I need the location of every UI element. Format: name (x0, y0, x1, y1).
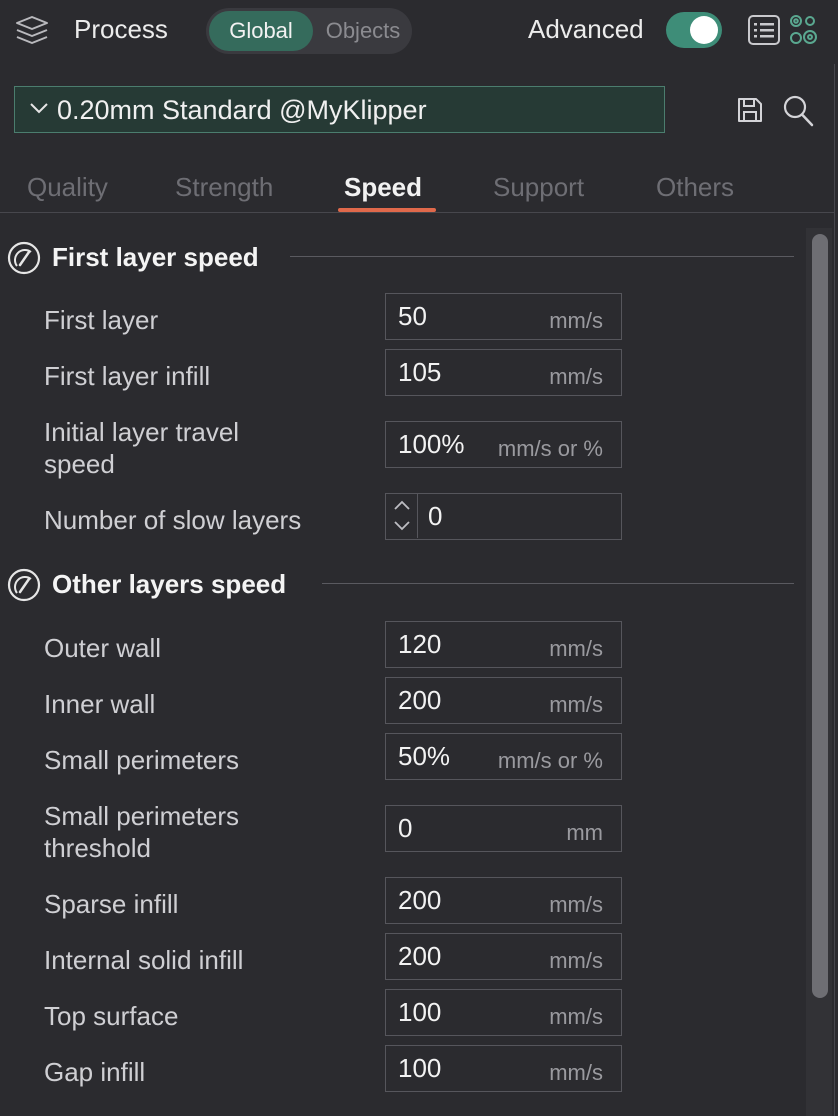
first-layer-infill-speed-field[interactable]: 105 mm/s (385, 349, 622, 396)
field-unit: mm (566, 820, 603, 845)
label-small-perimeters-threshold: Small perimeters threshold (44, 801, 240, 863)
inner-wall-speed-field[interactable]: 200 mm/s (385, 677, 622, 724)
field-value: 120 (398, 629, 442, 659)
field-unit: mm/s (549, 892, 603, 917)
layers-icon[interactable] (14, 14, 50, 48)
panel-border (834, 64, 835, 1116)
section-other-layers-speed: Other layers speed (6, 565, 806, 605)
label-outer-wall: Outer wall (44, 633, 162, 663)
field-unit: mm/s (549, 308, 603, 333)
section-divider (322, 583, 794, 584)
save-icon[interactable] (736, 96, 764, 124)
chevron-up-icon[interactable] (393, 499, 411, 511)
field-unit: mm/s (549, 364, 603, 389)
section-first-layer-speed: First layer speed (6, 238, 806, 278)
gap-infill-speed-field[interactable]: 100 mm/s (385, 1045, 622, 1092)
section-title: First layer speed (52, 242, 259, 272)
tab-quality[interactable]: Quality (27, 172, 108, 203)
field-value: 100 (398, 997, 442, 1027)
field-unit: mm/s (549, 692, 603, 717)
chevron-down-icon (30, 103, 48, 114)
top-bar: Process Global Objects Advanced (0, 0, 838, 64)
label-initial-layer-travel-speed: Initial layer travel speed (44, 417, 240, 479)
field-unit: mm/s or % (497, 748, 603, 773)
sparse-infill-speed-field[interactable]: 200 mm/s (385, 877, 622, 924)
chevron-down-icon[interactable] (393, 520, 411, 532)
field-value: 50% (398, 741, 451, 771)
label-first-layer-infill: First layer infill (44, 361, 211, 391)
small-perimeters-speed-field[interactable]: 50% mm/s or % (385, 733, 622, 780)
tab-speed[interactable]: Speed (344, 172, 422, 203)
advanced-label: Advanced (528, 14, 644, 44)
tab-strength[interactable]: Strength (175, 172, 273, 203)
top-surface-speed-field[interactable]: 100 mm/s (385, 989, 622, 1036)
field-unit: mm/s (549, 636, 603, 661)
first-layer-speed-field[interactable]: 50 mm/s (385, 293, 622, 340)
field-value: 0 (398, 813, 413, 843)
small-perimeters-threshold-field[interactable]: 0 mm (385, 805, 622, 852)
list-view-icon[interactable] (746, 12, 782, 48)
field-unit: mm/s (549, 948, 603, 973)
field-value: 0 (428, 501, 443, 531)
section-title: Other layers speed (52, 569, 287, 599)
field-unit: mm/s (549, 1004, 603, 1029)
field-value: 200 (398, 685, 442, 715)
label-number-of-slow-layers: Number of slow layers (44, 505, 302, 535)
label-sparse-infill: Sparse infill (44, 889, 179, 919)
section-divider (290, 256, 794, 257)
label-top-surface: Top surface (44, 1001, 179, 1031)
search-icon[interactable] (782, 94, 814, 128)
toggle-knob (690, 16, 718, 44)
preset-dropdown[interactable]: 0.20mm Standard @MyKlipper (14, 86, 665, 133)
stepper-buttons (386, 494, 418, 538)
field-unit: mm/s (549, 1060, 603, 1085)
field-value: 200 (398, 885, 442, 915)
speedometer-icon (7, 241, 41, 275)
preset-name: 0.20mm Standard @MyKlipper (57, 95, 427, 125)
field-value: 100% (398, 429, 465, 459)
label-inner-wall: Inner wall (44, 689, 156, 719)
panel-title: Process (74, 14, 168, 44)
label-small-perimeters: Small perimeters (44, 745, 240, 775)
field-value: 50 (398, 301, 427, 331)
speedometer-icon (7, 568, 41, 602)
outer-wall-speed-field[interactable]: 120 mm/s (385, 621, 622, 668)
slow-layers-stepper[interactable]: 0 (385, 493, 622, 540)
object-settings-icon[interactable] (786, 12, 818, 48)
field-value: 105 (398, 357, 442, 387)
label-first-layer: First layer (44, 305, 159, 335)
scope-tab-objects[interactable]: Objects (317, 11, 409, 51)
advanced-toggle[interactable] (666, 12, 722, 48)
field-value: 200 (398, 941, 442, 971)
scrollbar-thumb[interactable] (812, 234, 828, 998)
tabs-divider (0, 212, 834, 213)
initial-layer-travel-speed-field[interactable]: 100% mm/s or % (385, 421, 622, 468)
field-value: 100 (398, 1053, 442, 1083)
scope-tab-global[interactable]: Global (209, 11, 313, 51)
settings-tabs: Quality Strength Speed Support Others (0, 160, 838, 216)
internal-solid-infill-speed-field[interactable]: 200 mm/s (385, 933, 622, 980)
tab-support[interactable]: Support (493, 172, 584, 203)
scope-segmented-control: Global Objects (206, 8, 412, 54)
tab-others[interactable]: Others (656, 172, 734, 203)
label-gap-infill: Gap infill (44, 1057, 146, 1087)
label-internal-solid-infill: Internal solid infill (44, 945, 244, 975)
field-unit: mm/s or % (497, 436, 603, 461)
